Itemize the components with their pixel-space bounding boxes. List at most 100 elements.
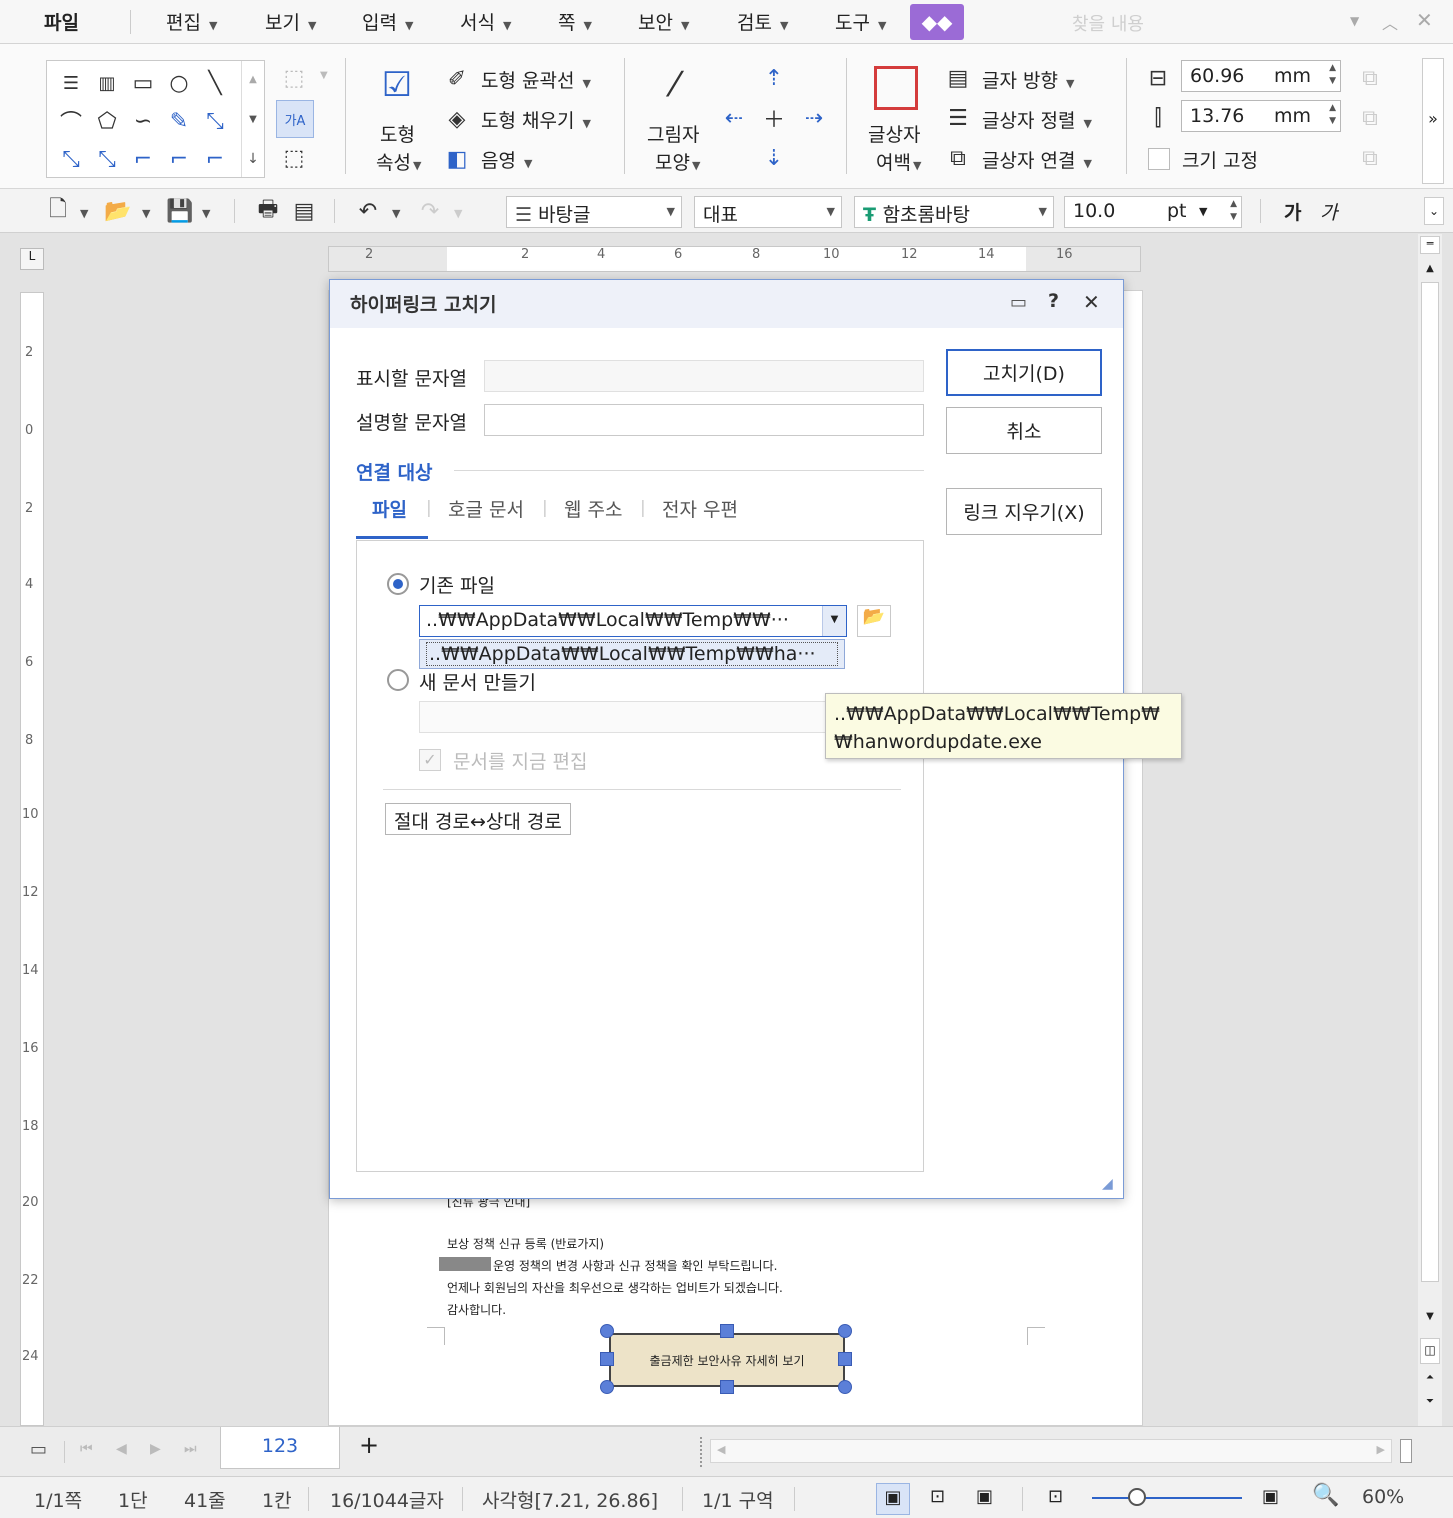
menu-review[interactable]: 검토 ▼ [737, 8, 788, 35]
zoom-slider-track[interactable] [1092, 1497, 1242, 1499]
curve-icon[interactable]: ∽ [127, 105, 159, 137]
zoom-level[interactable]: 60% [1362, 1486, 1404, 1508]
help-icon[interactable]: ? [1048, 290, 1059, 312]
cancel-button[interactable]: 취소 [946, 407, 1102, 454]
connector-elbow-arrow-icon[interactable]: ⌐ [163, 143, 195, 175]
chevron-up-icon[interactable]: ︿ [1382, 10, 1398, 34]
expand-gallery-icon[interactable]: ↓ [243, 149, 263, 169]
textbox-align-icon[interactable]: ☰ [944, 104, 972, 132]
new-document-icon[interactable]: 🗋 [44, 197, 72, 225]
italic-button[interactable]: 가 [1320, 198, 1337, 225]
line-icon[interactable]: ╲ [199, 67, 231, 99]
toolbar-expand-icon[interactable]: ⌄ [1424, 197, 1444, 225]
resize-grip-icon[interactable]: ◢ [1102, 1176, 1113, 1192]
textbox-margin-icon[interactable] [874, 66, 918, 110]
open-arrow-icon[interactable]: ▼ [142, 207, 150, 220]
multi-select-icon[interactable]: ⬚ [278, 142, 310, 174]
new-document-path-input[interactable] [419, 701, 829, 733]
textbox-margin-label[interactable]: 여백 ▼ [876, 148, 921, 175]
connector-arrow-icon[interactable]: ⤡ [91, 143, 123, 175]
resize-handle[interactable] [600, 1352, 614, 1366]
text-direction-button[interactable]: 글자 방향 ▼ [982, 66, 1074, 93]
page-view-icon[interactable]: ◫ [1420, 1338, 1440, 1364]
shape-gallery[interactable]: ☰ ▥ ▭ ○ ╲ ⌒ ⬠ ∽ ✎ ⤡ ⤡ ⤡ ⌐ ⌐ ⌐ ▲ ▼ ↓ [46, 60, 265, 178]
print-preview-icon[interactable]: ▤ [290, 197, 318, 225]
tab-hwp-document[interactable]: 호글 문서 [448, 495, 524, 522]
select-object-arrow-icon[interactable]: ▼ [320, 70, 328, 81]
close-icon[interactable]: ✕ [1416, 8, 1433, 32]
zoom-out-icon[interactable]: ⊡ [1048, 1486, 1063, 1507]
shadow-icon[interactable]: ◧ [442, 144, 472, 174]
scroll-split-icon[interactable] [1400, 1439, 1412, 1463]
height-field[interactable]: 13.76 mm ▲ ▼ [1181, 100, 1341, 132]
undo-arrow-icon[interactable]: ▼ [392, 207, 400, 220]
file-path-combo[interactable]: ..₩₩AppData₩₩Local₩₩Temp₩₩··· ▼ [419, 605, 847, 637]
display-text-input[interactable] [484, 360, 924, 392]
next-sheet-icon[interactable]: ▶ [150, 1441, 161, 1457]
save-icon[interactable]: 💾 [166, 197, 194, 225]
description-input[interactable] [484, 404, 924, 436]
status-section[interactable]: 1/1 구역 [702, 1486, 774, 1513]
shadow-shape-label[interactable]: 모양 ▼ [655, 148, 700, 175]
font-select[interactable]: Ŧ 함초롬바탕 ▼ [854, 196, 1054, 228]
shadow-right-icon[interactable]: ⇢ [800, 104, 828, 132]
redo-arrow-icon[interactable]: ▼ [454, 207, 462, 220]
page-icon[interactable]: ▭ [30, 1439, 47, 1460]
shape-outline-button[interactable]: 도형 윤곽선 ▼ [481, 66, 591, 93]
resize-handle[interactable] [720, 1380, 734, 1394]
horizontal-scrollbar[interactable]: ◀ ▶ [710, 1439, 1392, 1463]
first-sheet-icon[interactable]: ⏮ [80, 1441, 93, 1457]
vertical-scrollbar[interactable]: ═ ▲ ▼ ◫ ⏶ ⏷ [1418, 234, 1442, 1426]
vertical-ruler[interactable]: 2 0 2 4 6 8 10 12 14 16 18 20 22 24 [20, 292, 44, 1426]
shape-properties-button[interactable]: 도형 [380, 120, 415, 147]
shadow-left-icon[interactable]: ⇠ [720, 104, 748, 132]
undo-icon[interactable]: ↶ [354, 197, 382, 225]
polygon-icon[interactable]: ⬠ [91, 105, 123, 137]
search-input[interactable]: 찾을 내용 [1072, 10, 1144, 36]
zoom-slider-thumb[interactable] [1128, 1488, 1146, 1506]
text-direction-icon[interactable]: ▤ [944, 64, 972, 92]
search-dropdown-icon[interactable]: ▼ [1350, 14, 1359, 28]
shadow-shape-icon[interactable]: ⁄ [652, 62, 698, 108]
status-page[interactable]: 1/1쪽 [34, 1486, 82, 1513]
shape-properties-icon[interactable]: ☑ [374, 62, 420, 108]
menu-page[interactable]: 쪽 ▼ [558, 8, 592, 35]
shape-fill-button[interactable]: 도형 채우기 ▼ [481, 106, 591, 133]
shadow-down-icon[interactable]: ⇣ [760, 144, 788, 172]
shadow-shape-button[interactable]: 그림자 [647, 120, 699, 147]
tab-email[interactable]: 전자 우편 [662, 495, 738, 522]
shadow-center-icon[interactable]: ＋ [760, 104, 788, 133]
menu-view[interactable]: 보기 ▼ [265, 8, 316, 35]
shadow-up-icon[interactable]: ⇡ [760, 64, 788, 92]
last-sheet-icon[interactable]: ⏭ [184, 1441, 197, 1457]
outline-icon[interactable]: ✐ [442, 64, 472, 94]
page-view-icon[interactable]: ▣ [976, 1486, 993, 1507]
fill-bucket-icon[interactable]: ◈ [442, 104, 472, 134]
open-folder-icon[interactable]: 📂 [104, 197, 132, 225]
rectangle-icon[interactable]: ▭ [127, 67, 159, 99]
prev-sheet-icon[interactable]: ◀ [116, 1441, 127, 1457]
new-document-arrow-icon[interactable]: ▼ [80, 207, 88, 220]
full-width-view-icon[interactable]: ⊡ [930, 1486, 945, 1507]
scroll-thumb[interactable] [1421, 282, 1439, 1282]
menu-edit[interactable]: 편집 ▼ [166, 8, 217, 35]
comment-icon[interactable]: ▭ [1010, 292, 1027, 313]
same-size-icon[interactable]: ⧉ [1356, 144, 1384, 172]
shadow-button[interactable]: 음영 ▼ [481, 146, 532, 173]
ruler-corner-icon[interactable]: L [20, 248, 44, 270]
scroll-down-icon[interactable]: ▼ [1420, 1308, 1440, 1328]
scroll-left-icon[interactable]: ◀ [717, 1443, 725, 1456]
text-box-icon[interactable]: ☰ [55, 67, 87, 99]
connector-straight-icon[interactable]: ⤡ [55, 143, 87, 175]
dropdown-list-item[interactable]: ..₩₩AppData₩₩Local₩₩Temp₩₩ha··· [419, 639, 845, 669]
edit-now-checkbox[interactable]: ✓ [419, 749, 441, 771]
menu-tools[interactable]: 도구 ▼ [835, 8, 886, 35]
zoom-fit-icon[interactable]: ▣ [1262, 1486, 1279, 1507]
splitter-handle[interactable] [700, 1437, 704, 1467]
same-height-icon[interactable]: ⧉ [1356, 104, 1384, 132]
sheet-tab[interactable]: 123 [220, 1427, 340, 1469]
resize-handle[interactable] [838, 1380, 852, 1394]
tab-web-address[interactable]: 웹 주소 [564, 495, 622, 522]
connector-elbow-icon[interactable]: ⌐ [127, 143, 159, 175]
menu-insert[interactable]: 입력 ▼ [362, 8, 413, 35]
